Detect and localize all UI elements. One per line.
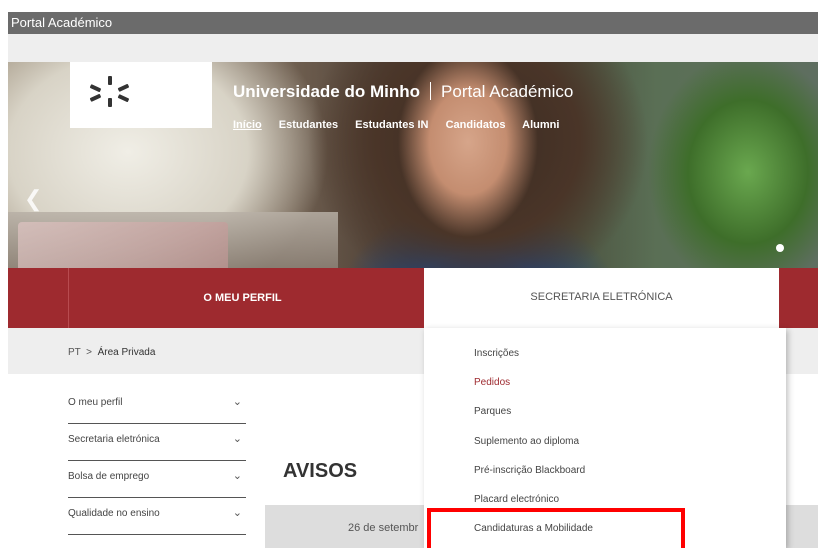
menu-item-suplemento-ao-diploma[interactable]: Suplemento ao diploma (474, 436, 579, 447)
window-title-bar: Portal Académico (8, 12, 818, 34)
menu-item-placard-electronico[interactable]: Placard electrónico (474, 494, 559, 505)
portal-name[interactable]: Portal Académico (441, 82, 573, 101)
carousel-dot[interactable] (776, 244, 784, 252)
tab-o-meu-perfil[interactable]: O MEU PERFIL (70, 268, 415, 328)
menu-item-pedidos[interactable]: Pedidos (474, 377, 510, 388)
main-nav: Início Estudantes Estudantes IN Candidat… (233, 119, 573, 131)
site-title: Universidade do Minho Portal Académico (233, 82, 573, 102)
tab-band-divider (68, 268, 69, 328)
sidebar-item-label: Bolsa de emprego (68, 471, 150, 482)
menu-item-parques[interactable]: Parques (474, 406, 511, 417)
university-name[interactable]: Universidade do Minho (233, 82, 420, 101)
sidebar-item-bolsa-de-emprego[interactable]: Bolsa de emprego ⌄ (68, 461, 246, 498)
hero-object-shape (18, 222, 228, 268)
title-divider (430, 82, 432, 100)
nav-candidatos[interactable]: Candidatos (446, 119, 506, 131)
nav-estudantes-in[interactable]: Estudantes IN (355, 119, 428, 131)
notice-date: 26 de setembr (348, 522, 419, 534)
sidebar-item-secretaria-eletronica[interactable]: Secretaria eletrónica ⌄ (68, 424, 246, 461)
chevron-down-icon[interactable]: ⌄ (233, 432, 242, 445)
toolbar-strip (8, 34, 818, 62)
tab-secretaria-eletronica[interactable]: SECRETARIA ELETRÓNICA (424, 268, 779, 328)
window-title: Portal Académico (11, 15, 113, 30)
tab-band-right (779, 268, 818, 328)
sidebar-item-o-meu-perfil[interactable]: O meu perfil ⌄ (68, 387, 246, 424)
menu-item-pre-inscricao-blackboard[interactable]: Pré-inscrição Blackboard (474, 465, 585, 476)
sidebar-menu: O meu perfil ⌄ Secretaria eletrónica ⌄ B… (68, 387, 246, 535)
sidebar-item-label: O meu perfil (68, 397, 123, 408)
breadcrumb-current: Área Privada (97, 347, 156, 358)
chevron-down-icon[interactable]: ⌄ (233, 469, 242, 482)
nav-estudantes[interactable]: Estudantes (279, 119, 338, 131)
highlight-box (427, 508, 685, 548)
nav-inicio[interactable]: Início (233, 119, 262, 131)
breadcrumb: PT > Área Privada (68, 347, 155, 358)
sidebar-item-label: Secretaria eletrónica (68, 434, 160, 445)
uminho-logo-icon (89, 76, 129, 107)
carousel-prev-icon[interactable]: ❮ (24, 186, 42, 212)
university-logo[interactable] (70, 62, 212, 128)
breadcrumb-root[interactable]: PT (68, 347, 81, 358)
sidebar-item-label: Qualidade no ensino (68, 508, 160, 519)
avisos-heading: AVISOS (283, 460, 358, 482)
menu-item-inscricoes[interactable]: Inscrições (474, 348, 519, 359)
nav-alumni[interactable]: Alumni (522, 119, 559, 131)
sidebar-item-qualidade-no-ensino[interactable]: Qualidade no ensino ⌄ (68, 498, 246, 535)
chevron-down-icon[interactable]: ⌄ (233, 506, 242, 519)
hero-banner: Universidade do Minho Portal Académico In… (8, 62, 818, 268)
breadcrumb-separator: > (86, 347, 93, 358)
chevron-down-icon[interactable]: ⌄ (233, 395, 242, 408)
